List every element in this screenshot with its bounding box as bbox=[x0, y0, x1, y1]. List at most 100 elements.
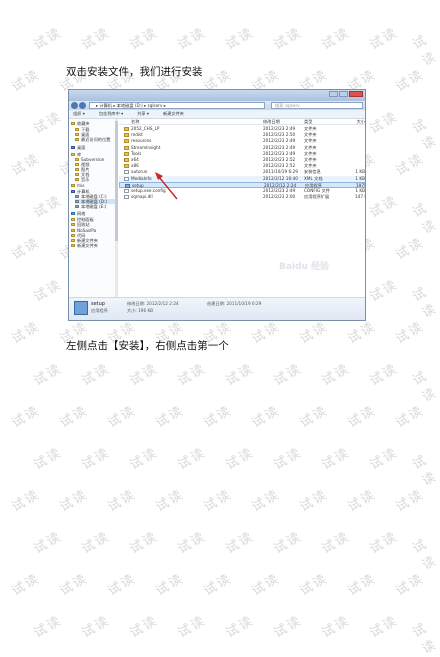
close-button[interactable] bbox=[349, 91, 363, 97]
drv-icon bbox=[75, 199, 79, 204]
sidebar-item-label: 新建文件夹 bbox=[77, 242, 98, 248]
watermark-text: 试读 bbox=[9, 487, 43, 516]
watermark-text: 试读 bbox=[153, 571, 187, 600]
sidebar-item[interactable]: mis bbox=[71, 183, 115, 188]
watermark-text: 试读 bbox=[271, 529, 305, 558]
arrow-head-icon bbox=[155, 172, 163, 180]
watermark-text: 试读 bbox=[175, 361, 209, 390]
watermark-text: 试读 bbox=[175, 445, 209, 474]
watermark-text: 试读 bbox=[57, 487, 91, 516]
watermark-text: 试读 bbox=[249, 487, 283, 516]
watermark-text: 试读 bbox=[410, 620, 440, 657]
watermark-text: 试读 bbox=[9, 67, 43, 96]
instruction-paragraph-2: 左侧点击【安装】，右侧点击第一个 bbox=[66, 340, 229, 352]
folder-icon bbox=[71, 217, 75, 222]
watermark-text: 试读 bbox=[319, 361, 353, 390]
watermark-text: 试读 bbox=[57, 571, 91, 600]
sidebar-item[interactable]: 音乐 bbox=[75, 177, 115, 182]
details-file-type: 应用程序 bbox=[91, 308, 108, 313]
forward-arrow-icon[interactable] bbox=[79, 102, 86, 109]
watermark-text: 试读 bbox=[223, 613, 257, 642]
folder-icon bbox=[75, 157, 79, 162]
watermark-text: 试读 bbox=[367, 445, 401, 474]
watermark-text: 试读 bbox=[153, 403, 187, 432]
watermark-text: 试读 bbox=[31, 613, 65, 642]
red-arrow-annotation bbox=[155, 172, 178, 200]
watermark-text: 试读 bbox=[223, 361, 257, 390]
address-bar[interactable]: ▸ 计算机 ▸ 本地磁盘 (D:) ▸ sqlserv ▸ bbox=[89, 102, 265, 109]
folder-icon bbox=[71, 183, 75, 188]
watermark-text: 试读 bbox=[319, 445, 353, 474]
folder-icon bbox=[71, 243, 75, 248]
watermark-text: 试读 bbox=[345, 571, 379, 600]
watermark-text: 试读 bbox=[127, 361, 161, 390]
watermark-text: 试读 bbox=[393, 403, 427, 432]
watermark-text: 试读 bbox=[367, 613, 401, 642]
search-input[interactable]: 搜索 sqlserv bbox=[271, 102, 363, 109]
details-file-name: setup bbox=[91, 301, 105, 307]
sidebar-item-label: 桌面 bbox=[77, 144, 86, 150]
sidebar-item[interactable]: 桌面 bbox=[71, 145, 115, 150]
star-icon bbox=[71, 121, 75, 126]
sidebar-item[interactable]: 新建文件夹 bbox=[71, 243, 115, 248]
watermark-text: 试读 bbox=[175, 529, 209, 558]
sidebar-scrollbar[interactable] bbox=[115, 119, 118, 298]
watermark-text: 试读 bbox=[297, 571, 331, 600]
drv-icon bbox=[75, 204, 79, 209]
sidebar-item-label: 回收站 bbox=[77, 221, 90, 227]
watermark-text: 试读 bbox=[105, 403, 139, 432]
folder-icon bbox=[71, 238, 75, 243]
sidebar-item[interactable]: 网络 bbox=[71, 211, 115, 216]
watermark-text: 试读 bbox=[9, 403, 43, 432]
minimize-button[interactable] bbox=[329, 91, 338, 97]
site-watermark: Baidu 经验 bbox=[278, 262, 329, 272]
watermark-text: 试读 bbox=[127, 613, 161, 642]
watermark-text: 试读 bbox=[297, 403, 331, 432]
sidebar-item[interactable]: 收藏夹 bbox=[71, 121, 115, 126]
folder-icon bbox=[75, 162, 79, 167]
window-titlebar bbox=[69, 90, 365, 101]
toolbar-organize[interactable]: 组织 ▾ bbox=[73, 111, 85, 117]
watermark-text: 试读 bbox=[319, 529, 353, 558]
watermark-text: 试读 bbox=[31, 193, 65, 222]
sidebar-item[interactable]: 最近访问的位置 bbox=[75, 137, 115, 142]
watermark-text: 试读 bbox=[201, 403, 235, 432]
toolbar-include-library[interactable]: 包含到库中 ▾ bbox=[99, 111, 123, 117]
maximize-button[interactable] bbox=[339, 91, 348, 97]
watermark-text: 试读 bbox=[393, 487, 427, 516]
folder-icon bbox=[71, 228, 75, 233]
watermark-text: 试读 bbox=[201, 487, 235, 516]
arrow-shaft bbox=[158, 176, 178, 200]
watermark-text: 试读 bbox=[367, 109, 401, 138]
explorer-window-screenshot: ▸ 计算机 ▸ 本地磁盘 (D:) ▸ sqlserv ▸ 搜索 sqlserv… bbox=[68, 89, 366, 321]
setup-file-icon bbox=[74, 301, 88, 315]
folder-icon bbox=[75, 137, 79, 142]
watermark-text: 试读 bbox=[9, 235, 43, 264]
watermark-text: 试读 bbox=[410, 368, 440, 406]
watermark-text: 试读 bbox=[127, 25, 161, 54]
sidebar-item[interactable]: 本地磁盘 (E:) bbox=[75, 204, 115, 209]
watermark-text: 试读 bbox=[201, 571, 235, 600]
watermark-text: 试读 bbox=[367, 193, 401, 222]
watermark-text: 试读 bbox=[410, 200, 440, 238]
watermark-text: 试读 bbox=[223, 25, 257, 54]
watermark-text: 试读 bbox=[223, 445, 257, 474]
back-arrow-icon[interactable] bbox=[71, 102, 78, 109]
watermark-text: 试读 bbox=[79, 613, 113, 642]
toolbar-share[interactable]: 共享 ▾ bbox=[137, 111, 149, 117]
watermark-text: 试读 bbox=[367, 361, 401, 390]
toolbar-new-folder[interactable]: 新建文件夹 bbox=[163, 111, 184, 117]
watermark-text: 试读 bbox=[79, 361, 113, 390]
sidebar-item[interactable]: 回收站 bbox=[71, 222, 115, 227]
watermark-text: 试读 bbox=[271, 613, 305, 642]
watermark-text: 试读 bbox=[410, 536, 440, 574]
watermark-text: 试读 bbox=[31, 529, 65, 558]
pc-icon bbox=[71, 145, 75, 150]
watermark-text: 试读 bbox=[249, 403, 283, 432]
watermark-text: 试读 bbox=[153, 487, 187, 516]
folder-icon bbox=[75, 127, 79, 132]
watermark-text: 试读 bbox=[31, 25, 65, 54]
file-list: 名称 修改日期 类型 大小 2052_CHS_LP 2012/2/23 2:49 文… bbox=[119, 119, 365, 298]
address-row: ▸ 计算机 ▸ 本地磁盘 (D:) ▸ sqlserv ▸ 搜索 sqlserv bbox=[69, 101, 365, 110]
sidebar-item-label: 最近访问的位置 bbox=[81, 136, 111, 142]
